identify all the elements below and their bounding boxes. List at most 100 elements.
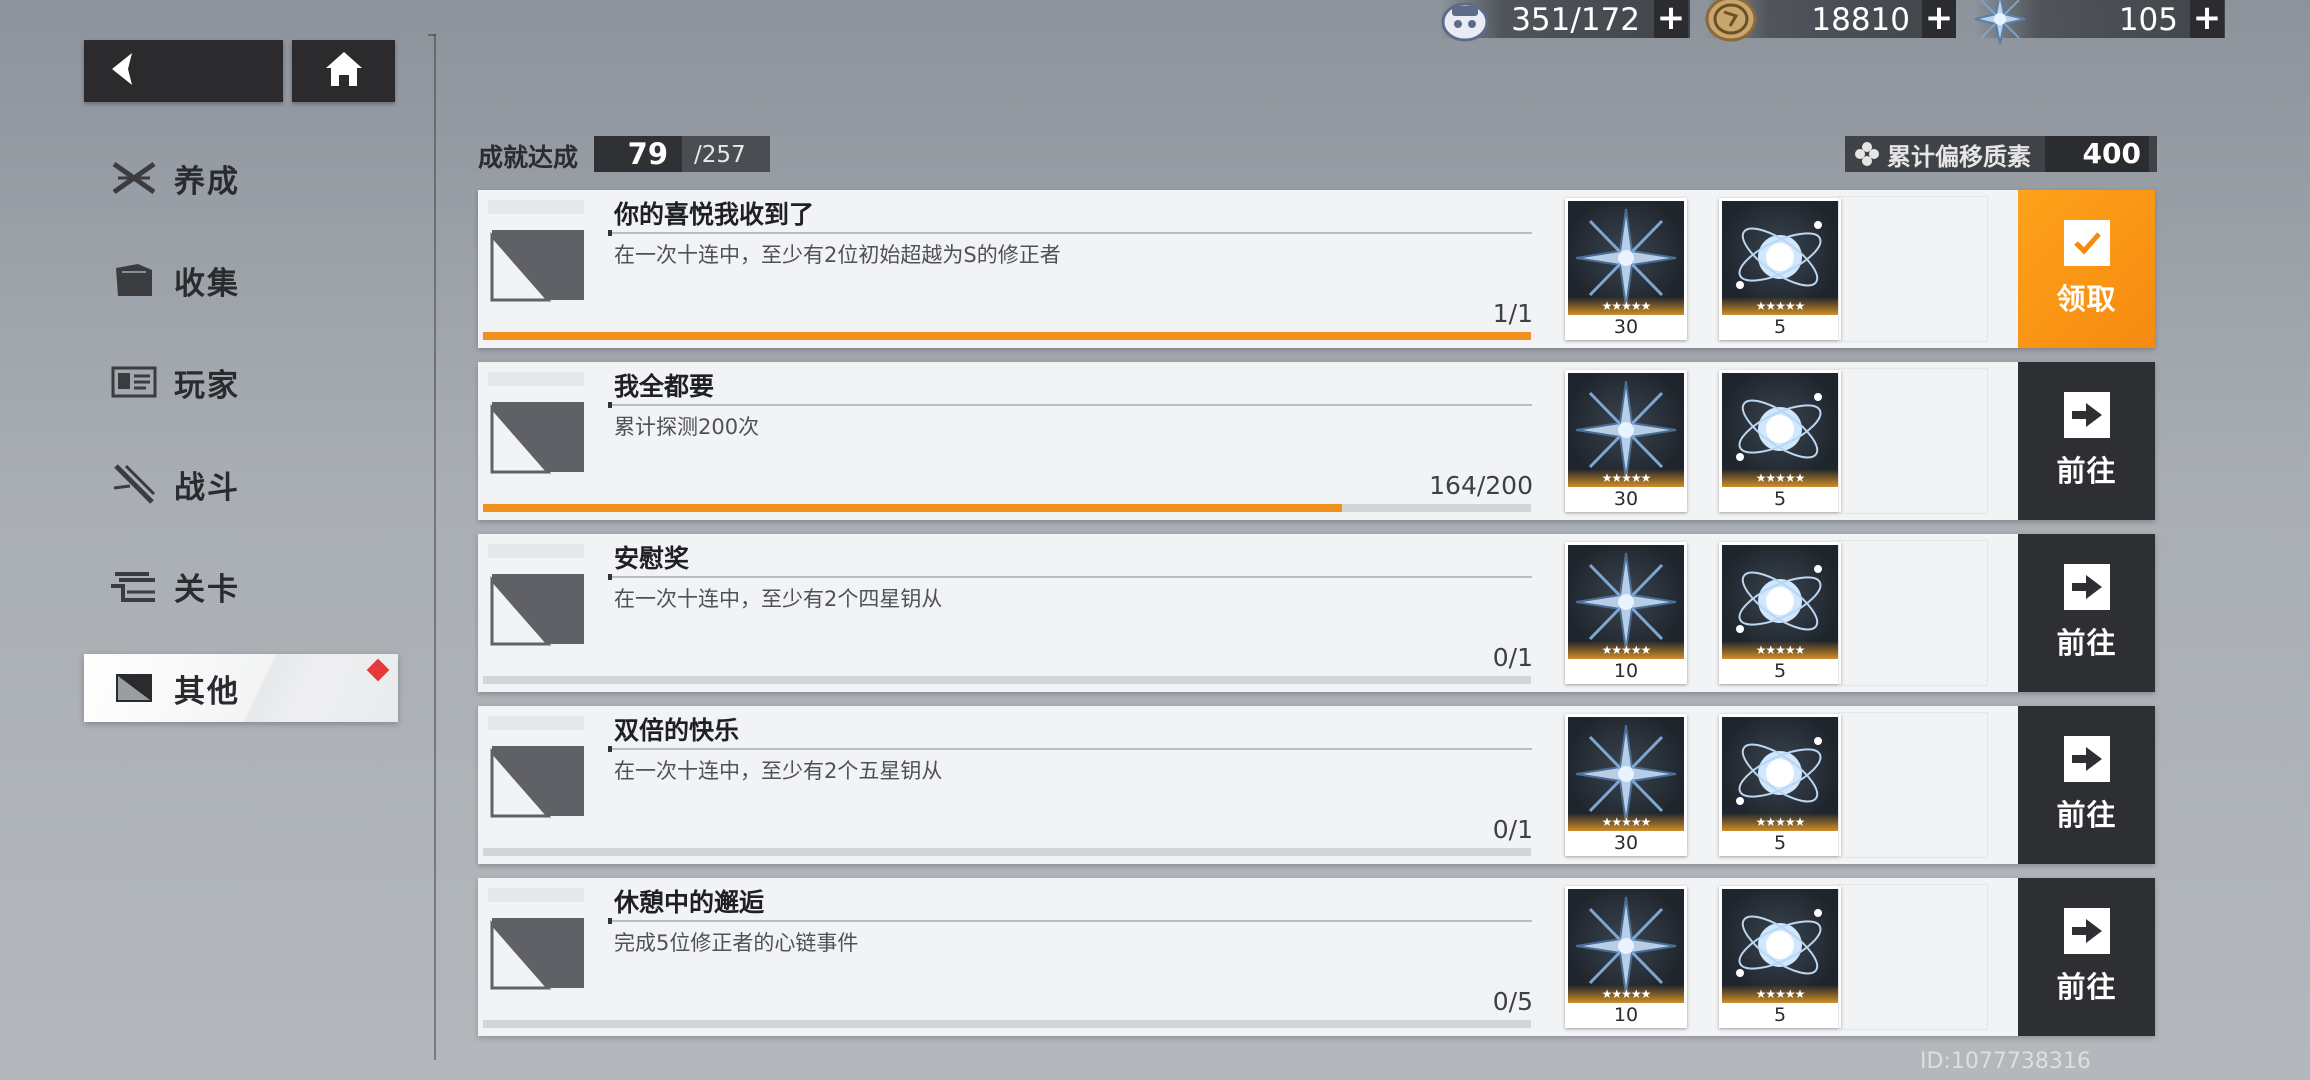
go-button[interactable]: 前往 [2018, 878, 2155, 1036]
achievement-description: 在一次十连中，至少有2位初始超越为S的修正者 [614, 243, 1061, 267]
reward-item[interactable]: ★★★★★ 5 [1719, 886, 1841, 1028]
action-label: 前往 [2056, 454, 2117, 488]
clover-icon [1853, 140, 1881, 168]
reward-count: 5 [1773, 832, 1787, 854]
empty-reward-slot [1838, 540, 1988, 686]
achievement-description: 完成5位修正者的心链事件 [614, 931, 859, 955]
sidebar-item-battle[interactable]: 战斗 [84, 450, 398, 518]
achievement-emblem-icon [488, 888, 584, 996]
sidebar-item-other[interactable]: 其他 [84, 654, 398, 722]
reward-count: 30 [1613, 316, 1639, 338]
back-button[interactable] [84, 40, 283, 102]
claim-button[interactable]: 领取 [2018, 190, 2155, 348]
crystal-icon [1973, 0, 2027, 46]
crystal-add-button[interactable]: + [2190, 0, 2224, 38]
stairs-icon [108, 564, 160, 608]
progress-bar [483, 848, 1531, 856]
reward-item[interactable]: ★★★★★ 5 [1719, 370, 1841, 512]
folder-icon [108, 258, 160, 302]
title-divider [608, 918, 1532, 924]
achievement-title: 安慰奖 [614, 544, 690, 573]
crystal-value: 105 [2118, 2, 2178, 38]
progress-fill [483, 332, 1531, 340]
achievement-title: 你的喜悦我收到了 [614, 200, 815, 229]
energy-orb-reward-icon: ★★★★★ [1722, 201, 1838, 315]
action-label: 前往 [2056, 626, 2117, 660]
reward-item[interactable]: ★★★★★ 10 [1565, 886, 1687, 1028]
sidebar-item-player[interactable]: 玩家 [84, 348, 398, 416]
reward-item[interactable]: ★★★★★ 10 [1565, 542, 1687, 684]
id-card-icon [108, 360, 160, 404]
rarity-stars: ★★★★★ [1755, 299, 1806, 313]
arrow-right-icon [2063, 392, 2110, 438]
sidebar-item-label: 收集 [174, 265, 240, 302]
stamina-value: 351/172 [1511, 2, 1640, 38]
player-id: ID:1077738316 [1920, 1049, 2091, 1074]
crystal-shard-reward-icon: ★★★★★ [1568, 545, 1684, 659]
arrow-right-icon [2063, 908, 2110, 954]
stamina-add-button[interactable]: + [1654, 0, 1688, 38]
go-button[interactable]: 前往 [2018, 706, 2155, 864]
empty-reward-slot [1838, 712, 1988, 858]
achievement-card: 我全都要 累计探测200次 164/200 ★★★★★ 30 ★★★★★ 5 前往 [478, 362, 2155, 520]
rarity-stars: ★★★★★ [1601, 987, 1652, 1001]
rarity-stars: ★★★★★ [1601, 471, 1652, 485]
home-button[interactable] [292, 40, 395, 102]
reward-item[interactable]: ★★★★★ 30 [1565, 198, 1687, 340]
reward-item[interactable]: ★★★★★ 5 [1719, 542, 1841, 684]
achievement-total: /257 [694, 142, 746, 168]
achievement-emblem-icon [488, 200, 584, 308]
go-button[interactable]: 前往 [2018, 362, 2155, 520]
crystal-shard-reward-icon: ★★★★★ [1568, 889, 1684, 1003]
empty-reward-slot [1838, 884, 1988, 1030]
action-label: 前往 [2056, 798, 2117, 832]
achievement-emblem-icon [488, 544, 584, 652]
empty-reward-slot [1838, 196, 1988, 342]
arrow-right-icon [2063, 564, 2110, 610]
progress-bar [483, 1020, 1531, 1028]
rarity-stars: ★★★★★ [1755, 815, 1806, 829]
progress-text: 1/1 [1492, 299, 1533, 328]
progress-text: 164/200 [1429, 471, 1533, 500]
checkmark-icon [2063, 220, 2110, 266]
rarity-stars: ★★★★★ [1601, 643, 1652, 657]
rarity-stars: ★★★★★ [1601, 815, 1652, 829]
reward-count: 30 [1613, 488, 1639, 510]
achievement-label: 成就达成 [478, 143, 579, 172]
arrow-right-icon [2063, 736, 2110, 782]
energy-orb-reward-icon: ★★★★★ [1722, 373, 1838, 487]
crystal-shard-reward-icon: ★★★★★ [1568, 201, 1684, 315]
go-button[interactable]: 前往 [2018, 534, 2155, 692]
achievement-title: 休憩中的邂逅 [614, 888, 765, 917]
coin-add-button[interactable]: + [1922, 0, 1956, 38]
crystal-shard-reward-icon: ★★★★★ [1568, 373, 1684, 487]
reward-count: 30 [1613, 832, 1639, 854]
reward-count: 5 [1773, 660, 1787, 682]
cumulative-label: 累计偏移质素 [1887, 142, 2031, 171]
achievement-title: 我全都要 [614, 372, 715, 401]
empty-reward-slot [1838, 368, 1988, 514]
back-arrow-icon [106, 51, 136, 91]
sidebar-item-development[interactable]: 养成 [84, 144, 398, 212]
title-divider [608, 746, 1532, 752]
title-divider [608, 402, 1532, 408]
achievement-card: 双倍的快乐 在一次十连中，至少有2个五星钥从 0/1 ★★★★★ 30 ★★★★★ 5 前往 [478, 706, 2155, 864]
reward-count: 5 [1773, 488, 1787, 510]
title-divider [608, 230, 1532, 236]
crystal-shard-reward-icon: ★★★★★ [1568, 717, 1684, 831]
reward-item[interactable]: ★★★★★ 5 [1719, 714, 1841, 856]
stamina-icon [1438, 0, 1492, 46]
cumulative-value: 400 [2045, 136, 2149, 172]
energy-orb-reward-icon: ★★★★★ [1722, 889, 1838, 1003]
reward-item[interactable]: ★★★★★ 30 [1565, 714, 1687, 856]
reward-count: 10 [1613, 1004, 1639, 1026]
sidebar-item-stages[interactable]: 关卡 [84, 552, 398, 620]
progress-bar [483, 332, 1531, 340]
progress-text: 0/1 [1492, 815, 1533, 844]
sidebar-divider [434, 34, 436, 1060]
achievement-current: 79 [594, 136, 682, 172]
reward-item[interactable]: ★★★★★ 5 [1719, 198, 1841, 340]
sidebar-item-collection[interactable]: 收集 [84, 246, 398, 314]
achievement-emblem-icon [488, 716, 584, 824]
reward-item[interactable]: ★★★★★ 30 [1565, 370, 1687, 512]
